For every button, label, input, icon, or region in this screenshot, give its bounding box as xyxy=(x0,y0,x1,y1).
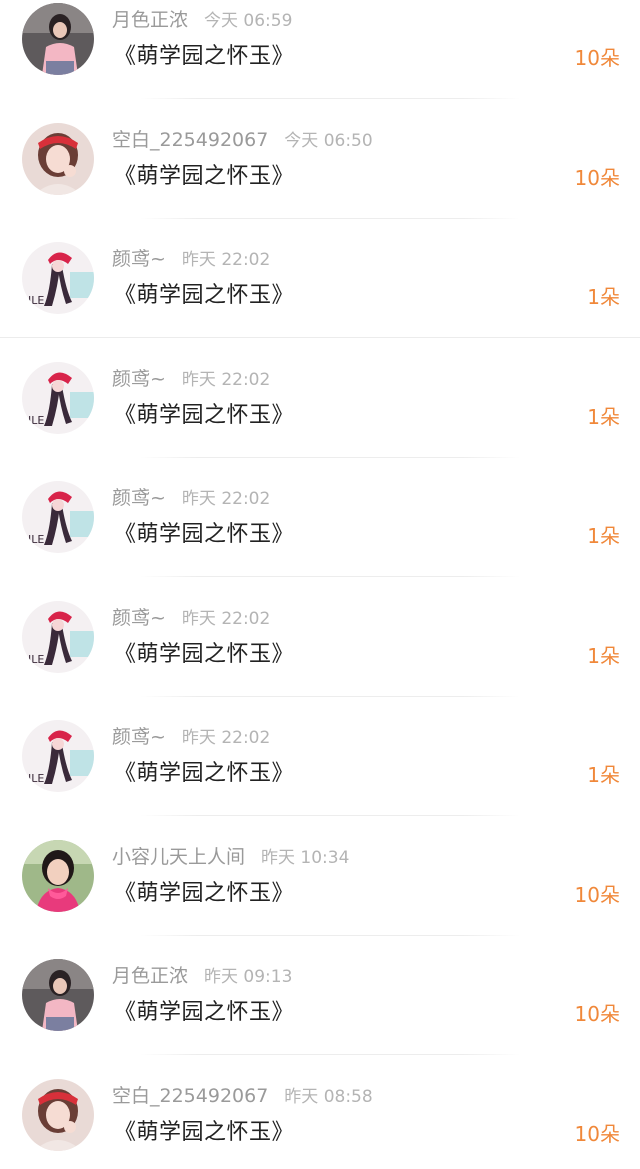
gift-book-title[interactable]: 《萌学园之怀玉》 xyxy=(114,1116,294,1150)
divider xyxy=(0,337,640,338)
gift-book-title[interactable]: 《萌学园之怀玉》 xyxy=(114,877,294,911)
gift-record-list: 月色正浓 今天 06:59 《萌学园之怀玉》 10朵 空白_225492067 今天… xyxy=(0,0,640,1169)
svg-text:ILE: ILE xyxy=(28,294,44,307)
sender-name[interactable]: 颜鸢~ xyxy=(112,368,166,390)
list-item[interactable]: ILE 颜鸢~ 昨天 22:02 《萌学园之怀玉》 1朵 xyxy=(0,478,640,598)
divider xyxy=(140,576,520,577)
flower-amount: 1朵 xyxy=(587,763,620,787)
divider xyxy=(140,934,520,936)
svg-text:ILE: ILE xyxy=(28,772,44,785)
svg-text:ILE: ILE xyxy=(28,653,44,666)
timestamp: 昨天 22:02 xyxy=(181,608,271,629)
timestamp: 昨天 09:13 xyxy=(204,967,293,987)
divider xyxy=(140,695,520,697)
sender-meta: 小容儿天上人间 昨天 10:34 xyxy=(112,843,349,871)
sender-name[interactable]: 月色正浓 xyxy=(112,965,188,987)
flower-amount: 10朵 xyxy=(574,46,620,70)
timestamp: 昨天 22:02 xyxy=(181,489,271,509)
woman-pink-shirt-avatar[interactable] xyxy=(22,959,94,1031)
flower-amount: 10朵 xyxy=(574,882,620,907)
sender-meta: 颜鸢~ 昨天 22:02 xyxy=(112,484,270,512)
anime-girl-red-cap-avatar[interactable]: ILE xyxy=(22,481,94,553)
flower-amount: 10朵 xyxy=(574,1121,620,1146)
divider xyxy=(140,1054,520,1055)
sender-name[interactable]: 空白_225492067 xyxy=(112,1085,268,1107)
sender-name[interactable]: 小容儿天上人间 xyxy=(112,846,245,868)
timestamp: 昨天 22:02 xyxy=(181,728,271,748)
divider xyxy=(140,98,520,99)
flower-amount: 1朵 xyxy=(587,524,620,548)
timestamp: 今天 06:59 xyxy=(204,11,293,31)
flower-amount: 10朵 xyxy=(574,1002,620,1026)
gift-book-title[interactable]: 《萌学园之怀玉》 xyxy=(114,399,294,433)
sender-meta: 空白_225492067 昨天 08:58 xyxy=(112,1082,373,1110)
gift-book-title[interactable]: 《萌学园之怀玉》 xyxy=(114,638,294,672)
anime-girl-red-cap-avatar[interactable]: ILE xyxy=(22,600,94,673)
gift-book-title[interactable]: 《萌学园之怀玉》 xyxy=(114,518,294,552)
gift-book-title[interactable]: 《萌学园之怀玉》 xyxy=(114,40,294,74)
sender-name[interactable]: 颜鸢~ xyxy=(112,248,166,270)
woman-pink-shirt-avatar[interactable] xyxy=(22,3,94,75)
sender-meta: 空白_225492067 今天 06:50 xyxy=(112,126,373,154)
timestamp: 昨天 08:58 xyxy=(284,1086,373,1107)
sender-name[interactable]: 空白_225492067 xyxy=(112,129,268,151)
woman-pink-scarf-avatar[interactable] xyxy=(22,839,94,912)
divider xyxy=(140,456,520,458)
svg-text:ILE: ILE xyxy=(28,414,44,427)
gift-book-title[interactable]: 《萌学园之怀玉》 xyxy=(114,996,294,1030)
list-item[interactable]: 小容儿天上人间 昨天 10:34 《萌学园之怀玉》 10朵 xyxy=(0,837,640,957)
sender-meta: 颜鸢~ 昨天 22:02 xyxy=(112,604,270,632)
gift-book-title[interactable]: 《萌学园之怀玉》 xyxy=(114,279,294,313)
sender-meta: 月色正浓 今天 06:59 xyxy=(112,6,292,34)
list-item[interactable]: ILE 颜鸢~ 昨天 22:02 《萌学园之怀玉》 1朵 xyxy=(0,717,640,837)
timestamp: 昨天 22:02 xyxy=(181,250,271,270)
sender-name[interactable]: 颜鸢~ xyxy=(112,726,166,748)
flower-amount: 1朵 xyxy=(587,643,620,668)
sender-meta: 月色正浓 昨天 09:13 xyxy=(112,962,292,990)
timestamp: 昨天 10:34 xyxy=(261,847,350,868)
gift-book-title[interactable]: 《萌学园之怀玉》 xyxy=(114,757,294,791)
anime-girl-red-cap-avatar[interactable]: ILE xyxy=(22,242,94,314)
list-item[interactable]: ILE 颜鸢~ 昨天 22:02 《萌学园之怀玉》 1朵 xyxy=(0,239,640,359)
girl-red-headband-avatar[interactable] xyxy=(22,1078,94,1151)
anime-girl-red-cap-avatar[interactable]: ILE xyxy=(22,720,94,792)
list-item[interactable]: 空白_225492067 今天 06:50 《萌学园之怀玉》 10朵 xyxy=(0,120,640,240)
flower-amount: 10朵 xyxy=(574,165,620,190)
sender-meta: 颜鸢~ 昨天 22:02 xyxy=(112,245,270,273)
flower-amount: 1朵 xyxy=(587,285,620,309)
divider xyxy=(140,217,520,219)
divider xyxy=(140,815,520,816)
sender-name[interactable]: 月色正浓 xyxy=(112,9,188,31)
list-item[interactable]: ILE 颜鸢~ 昨天 22:02 《萌学园之怀玉》 1朵 xyxy=(0,598,640,718)
sender-name[interactable]: 颜鸢~ xyxy=(112,487,166,509)
flower-amount: 1朵 xyxy=(587,404,620,429)
sender-meta: 颜鸢~ 昨天 22:02 xyxy=(112,723,270,751)
sender-name[interactable]: 颜鸢~ xyxy=(112,607,166,629)
list-item[interactable]: 空白_225492067 昨天 08:58 《萌学园之怀玉》 10朵 xyxy=(0,1076,640,1169)
gift-book-title[interactable]: 《萌学园之怀玉》 xyxy=(114,160,294,194)
timestamp: 昨天 22:02 xyxy=(181,369,271,390)
list-item[interactable]: 月色正浓 昨天 09:13 《萌学园之怀玉》 10朵 xyxy=(0,956,640,1076)
svg-text:ILE: ILE xyxy=(28,533,44,546)
anime-girl-red-cap-avatar[interactable]: ILE xyxy=(22,361,94,434)
timestamp: 今天 06:50 xyxy=(284,130,373,151)
list-item[interactable]: 月色正浓 今天 06:59 《萌学园之怀玉》 10朵 xyxy=(0,0,640,120)
sender-meta: 颜鸢~ 昨天 22:02 xyxy=(112,365,270,393)
list-item[interactable]: ILE 颜鸢~ 昨天 22:02 《萌学园之怀玉》 1朵 xyxy=(0,359,640,479)
girl-red-headband-avatar[interactable] xyxy=(22,122,94,195)
